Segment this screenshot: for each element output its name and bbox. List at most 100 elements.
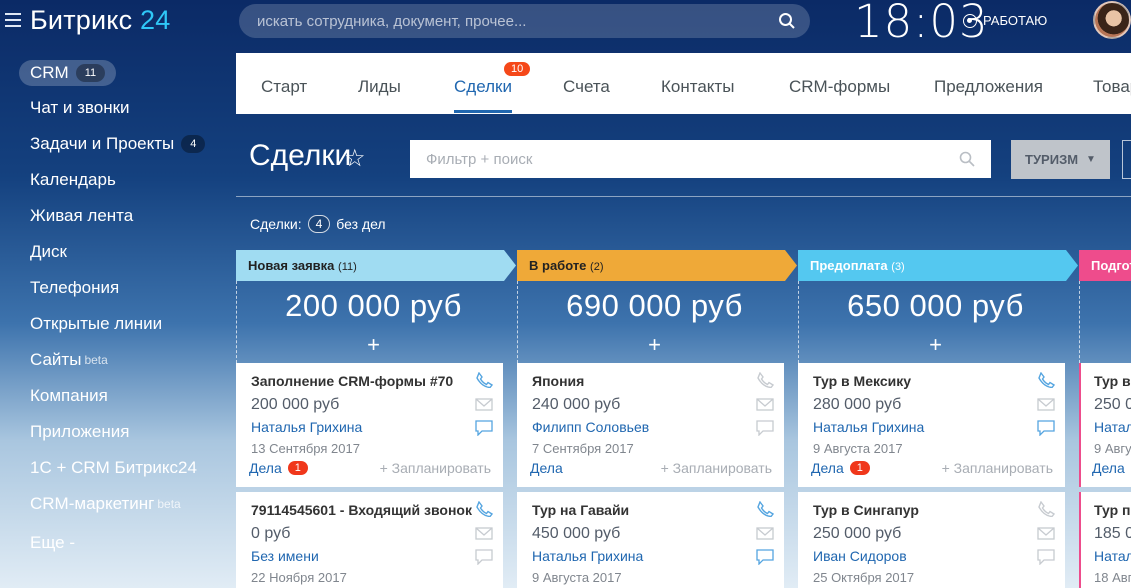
deal-contact[interactable]: Филипп Соловьев: [532, 419, 649, 435]
plan-button[interactable]: + Запланировать: [661, 460, 772, 476]
activities-link[interactable]: Дела 1: [249, 460, 308, 476]
add-deal-button[interactable]: +: [236, 334, 511, 356]
search-icon[interactable]: [959, 151, 975, 167]
deal-card[interactable]: Тур на Гавайи 450 000 руб Наталья Грихин…: [517, 492, 784, 588]
kanban-column: Предоплата (3) 650 000 руб + Тур в Мекси…: [798, 250, 1078, 588]
add-deal-button[interactable]: +: [517, 334, 792, 356]
add-deal-button[interactable]: +: [798, 334, 1073, 356]
sidebar-item-tasks[interactable]: Задачи и Проекты 4: [30, 134, 206, 154]
deal-contact[interactable]: Наталья Грихина: [251, 419, 362, 435]
counter-badge: 4: [181, 135, 206, 153]
deal-title[interactable]: Тур в Сингапур: [813, 502, 919, 518]
tab-contacts[interactable]: Контакты: [661, 77, 734, 97]
email-icon[interactable]: [475, 526, 493, 542]
sidebar-item-calendar[interactable]: Календарь: [30, 170, 116, 190]
tab-start[interactable]: Старт: [261, 77, 307, 97]
deal-card[interactable]: Тур по 185 0 Натал 18 Авг: [1079, 492, 1131, 588]
phone-icon[interactable]: [756, 372, 774, 388]
chat-icon[interactable]: [475, 549, 493, 565]
plan-button[interactable]: + Запланировать: [942, 460, 1053, 476]
deal-contact[interactable]: Натал: [1094, 548, 1131, 564]
deal-card[interactable]: Япония 240 000 руб Филипп Соловьев 7 Сен…: [517, 363, 784, 487]
deal-contact[interactable]: Наталья Грихина: [813, 419, 924, 435]
sidebar-item-company[interactable]: Компания: [30, 386, 108, 406]
tab-products[interactable]: Товар: [1093, 77, 1131, 97]
sidebar-item-crm-marketing[interactable]: CRM-маркетинг beta: [30, 494, 181, 514]
chat-icon[interactable]: [1037, 549, 1055, 565]
deal-card[interactable]: Тур в Сингапур 250 000 руб Иван Сидоров …: [798, 492, 1065, 588]
stage-header[interactable]: В работе (2): [517, 250, 797, 281]
stage-header[interactable]: Предоплата (3): [798, 250, 1078, 281]
deal-card[interactable]: Заполнение CRM-формы #70 200 000 руб Нат…: [236, 363, 503, 487]
filter-search-input[interactable]: [410, 140, 991, 178]
summary-suffix[interactable]: без дел: [336, 216, 385, 232]
deal-card[interactable]: 79114545601 - Входящий звонок 0 руб Без …: [236, 492, 503, 588]
sidebar-item-label: Открытые линии: [30, 314, 163, 333]
chat-icon[interactable]: [475, 420, 493, 436]
activities-link[interactable]: Дела: [530, 460, 563, 476]
stage-header[interactable]: Подгот: [1079, 250, 1131, 281]
phone-icon[interactable]: [1037, 372, 1055, 388]
deal-contact[interactable]: Наталья Грихина: [532, 548, 643, 564]
email-icon[interactable]: [475, 397, 493, 413]
search-icon[interactable]: [778, 12, 796, 30]
deal-title[interactable]: 79114545601 - Входящий звонок: [251, 502, 472, 518]
deal-title[interactable]: Тур в: [1094, 373, 1131, 389]
sidebar-item-chat[interactable]: Чат и звонки: [30, 98, 130, 118]
settings-button[interactable]: [1122, 140, 1131, 179]
tab-crm-forms[interactable]: CRM-формы: [789, 77, 890, 97]
activities-label: Дела: [811, 460, 844, 476]
deal-amount: 240 000 руб: [532, 396, 621, 413]
stage-header[interactable]: Новая заявка (11): [236, 250, 516, 281]
deal-card[interactable]: Тур в 250 0 Натал 9 Авгу Дела: [1079, 363, 1131, 487]
deal-title[interactable]: Заполнение CRM-формы #70: [251, 373, 453, 389]
menu-icon[interactable]: [5, 13, 21, 27]
sidebar-item-crm[interactable]: CRM 11: [19, 60, 117, 86]
sidebar-item-telephony[interactable]: Телефония: [30, 278, 119, 298]
email-icon[interactable]: [756, 526, 774, 542]
tab-leads[interactable]: Лиды: [358, 77, 401, 97]
work-status[interactable]: РАБОТАЮ: [963, 13, 1047, 28]
star-icon[interactable]: ☆: [344, 144, 366, 173]
activities-link[interactable]: Дела 1: [811, 460, 870, 476]
sidebar-item-label: Сайты: [30, 350, 82, 369]
sidebar-item-feed[interactable]: Живая лента: [30, 206, 133, 226]
global-search-input[interactable]: [239, 4, 810, 38]
chat-icon[interactable]: [1037, 420, 1055, 436]
phone-icon[interactable]: [1037, 501, 1055, 517]
plan-button[interactable]: + Запланировать: [380, 460, 491, 476]
deal-title[interactable]: Япония: [532, 373, 584, 389]
sidebar-item-open-lines[interactable]: Открытые линии: [30, 314, 162, 334]
deal-contact[interactable]: Без имени: [251, 548, 319, 564]
sidebar-item-apps[interactable]: Приложения: [30, 422, 129, 442]
phone-icon[interactable]: [475, 501, 493, 517]
phone-icon[interactable]: [756, 501, 774, 517]
deal-card[interactable]: Тур в Мексику 280 000 руб Наталья Грихин…: [798, 363, 1065, 487]
deal-contact[interactable]: Натал: [1094, 419, 1131, 435]
phone-icon[interactable]: [475, 372, 493, 388]
summary-count[interactable]: 4: [307, 215, 331, 233]
deal-title[interactable]: Тур по: [1094, 502, 1131, 518]
activities-link[interactable]: Дела: [1092, 460, 1125, 476]
avatar[interactable]: [1093, 1, 1131, 39]
sidebar-item-more[interactable]: Еще -: [30, 533, 75, 553]
chat-icon[interactable]: [756, 549, 774, 565]
sidebar-item-sites[interactable]: Сайты beta: [30, 350, 108, 370]
deal-title[interactable]: Тур на Гавайи: [532, 502, 629, 518]
email-icon[interactable]: [1037, 526, 1055, 542]
tab-invoices[interactable]: Счета: [563, 77, 610, 97]
tab-deals[interactable]: Сделки 10: [454, 62, 531, 113]
category-select[interactable]: ТУРИЗМ ▼: [1011, 140, 1110, 179]
email-icon[interactable]: [1037, 397, 1055, 413]
counter-badge: 10: [504, 62, 531, 76]
deal-title[interactable]: Тур в Мексику: [813, 373, 911, 389]
tab-quotes[interactable]: Предложения: [934, 77, 1043, 97]
sidebar-item-label: 1С + CRM Битрикс24: [30, 458, 197, 477]
sidebar-item-1c[interactable]: 1С + CRM Битрикс24: [30, 458, 197, 478]
deal-amount: 0 руб: [251, 525, 291, 542]
sidebar-item-disk[interactable]: Диск: [30, 242, 67, 262]
email-icon[interactable]: [756, 397, 774, 413]
chat-icon[interactable]: [756, 420, 774, 436]
deal-contact[interactable]: Иван Сидоров: [813, 548, 907, 564]
logo[interactable]: Битрикс 24: [30, 5, 170, 36]
